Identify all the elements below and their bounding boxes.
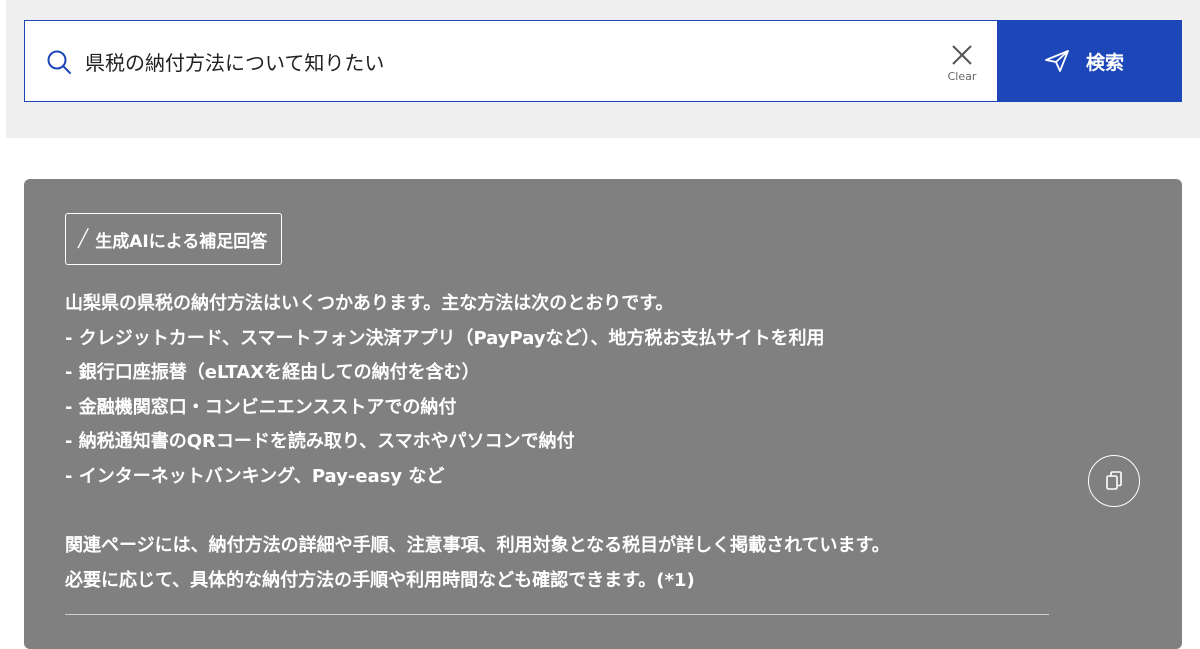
copy-icon	[1106, 471, 1122, 490]
send-icon	[1045, 50, 1069, 72]
close-icon	[952, 45, 972, 65]
search-input[interactable]	[85, 41, 925, 81]
clear-label: Clear	[947, 70, 977, 83]
slash-icon: ╱	[78, 229, 89, 249]
answer-line: - インターネットバンキング、Pay-easy など	[65, 465, 445, 487]
copy-button[interactable]	[1088, 455, 1140, 507]
answer-line: - 金融機関窓口・コンビニエンスストアでの納付	[65, 396, 457, 418]
ai-answer-badge: ╱ 生成AIによる補足回答	[65, 213, 283, 265]
search-submit-label: 検索	[1086, 52, 1125, 74]
ai-answer-badge-label: 生成AIによる補足回答	[95, 231, 268, 252]
answer-line: 山梨県の県税の納付方法はいくつかあります。主な方法は次のとおりです。	[65, 293, 674, 314]
answer-line: - 銀行口座振替（eLTAXを経由しての納付を含む）	[65, 362, 480, 384]
divider	[65, 614, 1049, 615]
clear-button[interactable]: Clear	[940, 41, 984, 91]
answer-summary-line: 必要に応じて、具体的な納付方法の手順や利用時間なども確認できます。(*1)	[65, 569, 695, 591]
answer-line: - 納税通知書のQRコードを読み取り、スマホやパソコンで納付	[65, 431, 575, 453]
answer-line: - クレジットカード、スマートフォン決済アプリ（PayPayなど）、地方税お支払…	[65, 327, 825, 349]
ai-answer-text: 山梨県の県税の納付方法はいくつかあります。主な方法は次のとおりです。 - クレジ…	[65, 287, 1065, 598]
search-icon	[47, 50, 71, 74]
ai-answer-panel: ╱ 生成AIによる補足回答 山梨県の県税の納付方法はいくつかあります。主な方法は…	[24, 179, 1182, 649]
search-field[interactable]: Clear	[24, 20, 997, 102]
answer-summary-line: 関連ページには、納付方法の詳細や手順、注意事項、利用対象となる税目が詳しく掲載さ…	[65, 535, 890, 557]
search-submit-button[interactable]: 検索	[997, 20, 1182, 102]
